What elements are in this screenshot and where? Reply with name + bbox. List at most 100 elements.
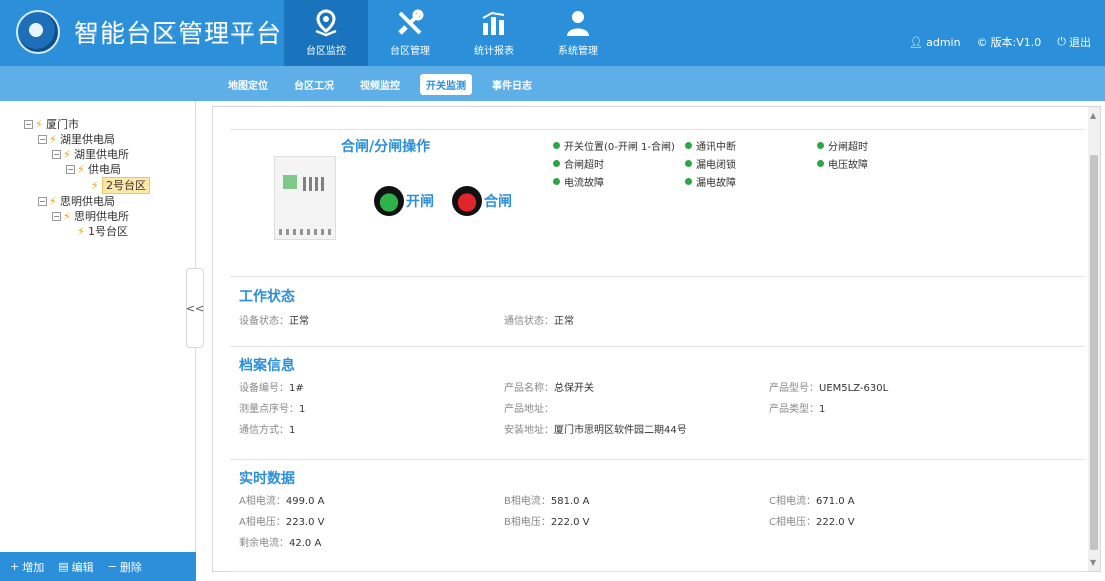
switch-status-grid: 开关位置(0-开闸 1-合闸) 通讯中断 分闸超时 合闸超时 漏电闭锁 电压故障… [553, 138, 949, 189]
nav-item-system[interactable]: 系统管理 [536, 0, 620, 66]
field-value: 222.0 V [815, 517, 855, 528]
field-value: 1 [299, 404, 306, 415]
header-user-area: 👤︎ admin © 版本:V1.0 ⏻ 退出 [909, 34, 1091, 50]
field-label: 产品型号： [769, 383, 819, 394]
logout-button[interactable]: ⏻ 退出 [1057, 34, 1091, 50]
realtime-field: B相电流：581.0 A [504, 492, 769, 507]
status-dot-icon [685, 178, 692, 185]
close-switch-button[interactable]: 合闸 [452, 186, 512, 216]
field-value: 222.0 V [550, 517, 590, 528]
switch-op-title: 合闸/分闸操作 [341, 139, 431, 155]
logout-label: 退出 [1069, 36, 1091, 49]
collapse-toggle-icon[interactable]: − [52, 212, 61, 221]
tree-node[interactable]: − ⚡ 思明供电局 [24, 194, 195, 209]
nav-item-reports[interactable]: 统计报表 [452, 0, 536, 66]
field-label: 产品地址： [504, 404, 554, 415]
delete-label: 删除 [119, 560, 142, 574]
collapse-toggle-icon[interactable]: − [38, 197, 47, 206]
collapse-icon: << [185, 301, 205, 315]
green-button-icon [374, 186, 404, 216]
lightning-icon: ⚡ [77, 163, 85, 176]
realtime-row: A相电流：499.0 A B相电流：581.0 A C相电流：671.0 A [239, 492, 1085, 507]
nav-label: 台区管理 [390, 46, 430, 57]
tree-node-label: 厦门市 [46, 118, 79, 131]
archive-row: 测量点序号：1 产品地址： 产品类型： 1 [239, 400, 1085, 415]
status-indicator: 分闸超时 [817, 138, 949, 153]
open-switch-button[interactable]: 开闸 [374, 186, 434, 216]
tab-switch-monitor[interactable]: 开关监测 [420, 74, 472, 95]
status-dot-icon [553, 178, 560, 185]
field-label: A相电流： [239, 496, 286, 507]
tab-video-monitor[interactable]: 视频监控 [354, 74, 406, 95]
edit-label: 编辑 [71, 560, 94, 574]
logo [16, 10, 60, 54]
field-label: 产品类型： [769, 404, 819, 415]
add-button[interactable]: + 增加 [10, 559, 44, 575]
archive-field: 测量点序号：1 [239, 400, 504, 415]
tree-node[interactable]: − ⚡ 湖里供电局 [24, 132, 195, 147]
tree-node[interactable]: − ⚡ 厦门市 [24, 117, 195, 132]
realtime-field: C相电流：671.0 A [769, 492, 1034, 507]
field-value: 223.0 V [285, 517, 325, 528]
tab-map-location[interactable]: 地图定位 [222, 74, 274, 95]
red-button-icon [452, 186, 482, 216]
lightning-icon: ⚡ [63, 148, 71, 161]
status-indicator: 开关位置(0-开闸 1-合闸) [553, 138, 685, 153]
tab-event-log[interactable]: 事件日志 [486, 74, 538, 95]
scroll-down-icon[interactable]: ▼ [1090, 558, 1096, 567]
archive-field: 安装地址：厦门市思明区软件园二期44号 [504, 421, 769, 436]
tools-icon [393, 8, 427, 38]
nav-label: 台区监控 [306, 46, 346, 57]
lightning-icon: ⚡ [49, 133, 57, 146]
vertical-scrollbar[interactable]: ▲ ▼ [1088, 107, 1100, 571]
tree-node[interactable]: ⚡ 1号台区 [24, 224, 195, 239]
sidebar-actions: + 增加 ▤ 编辑 − 删除 [0, 552, 196, 581]
realtime-field [769, 534, 1034, 549]
status-dot-icon [553, 160, 560, 167]
realtime-field [504, 534, 769, 549]
nav-item-area-monitor[interactable]: 台区监控 [284, 0, 368, 66]
main-panel: ▲ ▼ 合闸/分闸操作 开闸 合闸 开关位置(0-开闸 1-合闸) 通讯中断 分… [212, 106, 1101, 572]
field-value: UEM5LZ-630L [819, 383, 889, 394]
lightning-icon: ⚡ [35, 118, 43, 131]
nav-label: 统计报表 [474, 46, 514, 57]
scroll-up-icon[interactable]: ▲ [1090, 111, 1096, 120]
bar-chart-icon [477, 8, 511, 38]
field-value: 671.0 A [815, 496, 855, 507]
nav-item-area-manage[interactable]: 台区管理 [368, 0, 452, 66]
field-value: 499.0 A [285, 496, 325, 507]
lightning-icon: ⚡ [77, 225, 85, 238]
tree-node-label: 思明供电局 [60, 195, 115, 208]
collapse-toggle-icon[interactable]: − [66, 165, 75, 174]
work-status-title: 工作状态 [239, 289, 295, 305]
realtime-section: 实时数据 A相电流：499.0 A B相电流：581.0 A C相电流：671.0 … [230, 460, 1085, 572]
tree-node-label: 湖里供电所 [74, 148, 129, 161]
switch-device-image [274, 156, 336, 240]
tab-area-condition[interactable]: 台区工况 [288, 74, 340, 95]
collapse-toggle-icon[interactable]: − [24, 120, 33, 129]
status-indicator: 通讯中断 [685, 138, 817, 153]
realtime-row: A相电压：223.0 V B相电压：222.0 V C相电压：222.0 V [239, 513, 1085, 528]
archive-field: 产品型号：UEM5LZ-630L [769, 379, 1034, 394]
tree-node[interactable]: − ⚡ 湖里供电所 [24, 147, 195, 162]
status-indicator: 漏电故障 [685, 174, 817, 189]
delete-button[interactable]: − 删除 [108, 559, 142, 575]
comm-status: 通信状态：正常 [504, 316, 574, 327]
edit-button[interactable]: ▤ 编辑 [58, 559, 93, 575]
tree-node[interactable]: ⚡ 2号台区 [24, 177, 195, 194]
lightning-icon: ⚡ [91, 179, 99, 192]
scroll-thumb[interactable] [1090, 155, 1098, 550]
tree-node[interactable]: − ⚡ 供电局 [24, 162, 195, 177]
version-info: © 版本:V1.0 [977, 34, 1042, 50]
tree-node[interactable]: − ⚡ 思明供电所 [24, 209, 195, 224]
field-label: 安装地址： [504, 425, 554, 436]
edit-icon: ▤ [58, 560, 69, 573]
sidebar-collapse-button[interactable]: << [186, 268, 204, 348]
field-label: B相电压： [504, 517, 551, 528]
collapse-toggle-icon[interactable]: − [38, 135, 47, 144]
collapse-toggle-icon[interactable]: − [52, 150, 61, 159]
status-dot-icon [685, 160, 692, 167]
user-menu[interactable]: 👤︎ admin [909, 34, 960, 50]
status-indicator: 漏电闭锁 [685, 156, 817, 171]
archive-row: 设备编号：1# 产品名称：总保开关 产品型号：UEM5LZ-630L [239, 379, 1085, 394]
